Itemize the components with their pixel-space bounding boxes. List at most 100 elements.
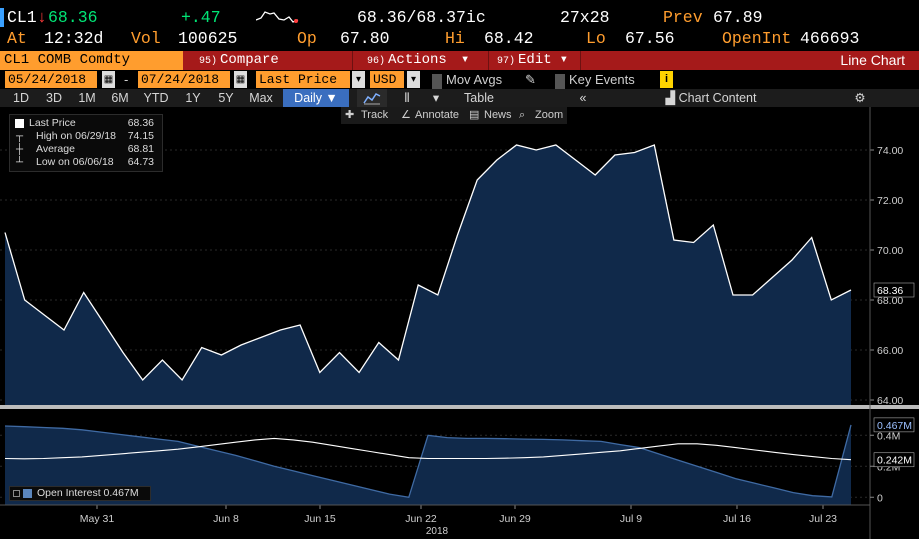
net-change: +.47 <box>181 8 221 27</box>
news-button[interactable]: News <box>484 107 512 124</box>
calendar-icon[interactable]: ▦ <box>234 71 247 88</box>
news-icon[interactable]: ▤ <box>469 107 479 124</box>
date-tick-label: Jun 8 <box>213 513 239 525</box>
bar-style-icon[interactable]: ⫴ <box>392 89 422 107</box>
divider <box>352 51 353 70</box>
down-arrow-icon: ↓ <box>37 8 47 27</box>
panel-divider[interactable] <box>0 405 919 409</box>
compare-button[interactable]: 95) Compare <box>199 51 279 70</box>
track-button[interactable]: Track <box>361 107 388 124</box>
key-events-label[interactable]: Key Events <box>569 71 635 88</box>
actions-number: 96) <box>367 56 386 67</box>
edit-button[interactable]: 97) Edit ▾ <box>497 51 568 70</box>
date-tick-label: May 31 <box>80 513 115 525</box>
chevron-down-icon[interactable]: ▾ <box>352 71 365 88</box>
bid-ask-size: 27x28 <box>560 8 610 27</box>
last-price-tag: 68.36 <box>877 285 903 297</box>
ticker[interactable]: CL1 <box>7 9 37 26</box>
date-tick-label: Jun 22 <box>405 513 437 525</box>
divider <box>580 51 581 70</box>
legend-row: Last Price 68.36 <box>10 117 162 130</box>
chart-content-button[interactable]: ▟ Chart Content <box>655 89 767 107</box>
pencil-icon[interactable]: ✎ <box>525 71 536 88</box>
price-tick-label: 64.00 <box>877 395 903 407</box>
command-bar: CL1 COMB Comdty 95) Compare 96) Actions ▾ 9… <box>0 51 919 70</box>
last-time: 12:32d <box>44 29 104 48</box>
info-icon[interactable]: i <box>660 71 673 88</box>
gear-icon[interactable]: ⚙ <box>850 89 870 107</box>
edit-dropdown-icon: ▾ <box>559 52 569 68</box>
chart-content-icon: ▟ <box>665 91 679 105</box>
actions-label: Actions <box>388 52 447 68</box>
legend-high-value: 74.15 <box>127 130 154 142</box>
edit-number: 97) <box>497 56 516 67</box>
price-tick-label: 70.00 <box>877 245 903 257</box>
start-date-input[interactable]: 05/24/2018 <box>5 71 97 88</box>
date-range-row: 05/24/2018 ▦ - 07/24/2018 ▦ Last Price ▾… <box>0 71 919 91</box>
tab-1y[interactable]: 1Y <box>179 89 207 107</box>
legend-row: ┼ Average 68.81 <box>10 143 162 156</box>
actions-button[interactable]: 96) Actions ▾ <box>367 51 469 70</box>
date-tick-label: Jul 23 <box>809 513 837 525</box>
tab-1d[interactable]: 1D <box>7 89 35 107</box>
oi-last-tag: 0.467M <box>877 420 912 432</box>
legend-row: ┬ High on 06/29/18 74.15 <box>10 130 162 143</box>
annotate-button[interactable]: Annotate <box>415 107 459 124</box>
end-date-input[interactable]: 07/24/2018 <box>138 71 230 88</box>
price-tick-label: 74.00 <box>877 145 903 157</box>
security-field[interactable]: CL1 COMB Comdty <box>0 51 183 70</box>
field-select[interactable]: Last Price <box>256 71 350 88</box>
legend-title: Last Price <box>29 117 76 129</box>
date-tick-label: Jun 29 <box>499 513 531 525</box>
track-icon[interactable]: ✚ <box>345 107 354 124</box>
zoom-icon[interactable]: ⌕ <box>519 107 525 124</box>
price-legend[interactable]: Last Price 68.36 ┬ High on 06/29/18 74.1… <box>9 114 163 172</box>
expand-icon[interactable] <box>13 490 20 497</box>
tab-ytd[interactable]: YTD <box>139 89 173 107</box>
chevron-down-icon[interactable]: ▾ <box>426 89 446 107</box>
calendar-icon[interactable]: ▦ <box>102 71 115 88</box>
edit-label: Edit <box>518 52 552 68</box>
legend-title-value: 68.36 <box>127 117 154 129</box>
low-label: Lo <box>586 29 606 48</box>
chart-content-label: Chart Content <box>678 91 757 105</box>
chevron-down-icon[interactable]: ▾ <box>407 71 420 88</box>
legend-low-label: Low on 06/06/18 <box>36 156 114 168</box>
open-interest-legend-label: Open Interest 0.467M <box>37 487 139 499</box>
legend-avg-label: Average <box>36 143 75 155</box>
actions-dropdown-icon: ▾ <box>460 52 470 68</box>
legend-high-label: High on 06/29/18 <box>36 130 116 142</box>
mov-avgs-label[interactable]: Mov Avgs <box>446 71 502 88</box>
quote-line-2: At 12:32d Vol 100625 Op 67.80 Hi 68.42 L… <box>0 30 919 47</box>
low-price: 67.56 <box>625 29 675 48</box>
series-color-swatch <box>15 119 24 128</box>
price-tick-label: 72.00 <box>877 195 903 207</box>
tab-6m[interactable]: 6M <box>106 89 134 107</box>
open-label: Op <box>297 29 317 48</box>
compare-label: Compare <box>220 52 279 68</box>
date-tick-label: Jul 16 <box>723 513 751 525</box>
date-tick-label: Jul 9 <box>620 513 642 525</box>
line-chart-icon[interactable] <box>357 89 387 107</box>
chart-type-title: Line Chart <box>840 52 905 68</box>
low-marker-icon: ┴ <box>16 157 24 168</box>
currency-select[interactable]: USD <box>370 71 404 88</box>
zoom-button[interactable]: Zoom <box>535 107 563 124</box>
tab-3d[interactable]: 3D <box>40 89 68 107</box>
vol-label: Vol <box>131 29 161 48</box>
compare-number: 95) <box>199 56 218 67</box>
collapse-icon[interactable]: « <box>568 89 598 107</box>
high-marker-icon: ┬ <box>16 131 24 142</box>
tab-5y[interactable]: 5Y <box>212 89 240 107</box>
open-price: 67.80 <box>340 29 390 48</box>
high-price: 68.42 <box>484 29 534 48</box>
tab-1m[interactable]: 1M <box>73 89 101 107</box>
open-interest-legend[interactable]: Open Interest 0.467M <box>9 486 151 501</box>
annotate-icon[interactable]: ∠ <box>401 107 411 124</box>
average-marker-icon: ┼ <box>16 144 24 155</box>
frequency-select[interactable]: Daily ▼ <box>283 89 349 107</box>
legend-row: ┴ Low on 06/06/18 64.73 <box>10 156 162 169</box>
tab-max[interactable]: Max <box>245 89 277 107</box>
high-label: Hi <box>445 29 465 48</box>
table-button[interactable]: Table <box>452 89 506 107</box>
